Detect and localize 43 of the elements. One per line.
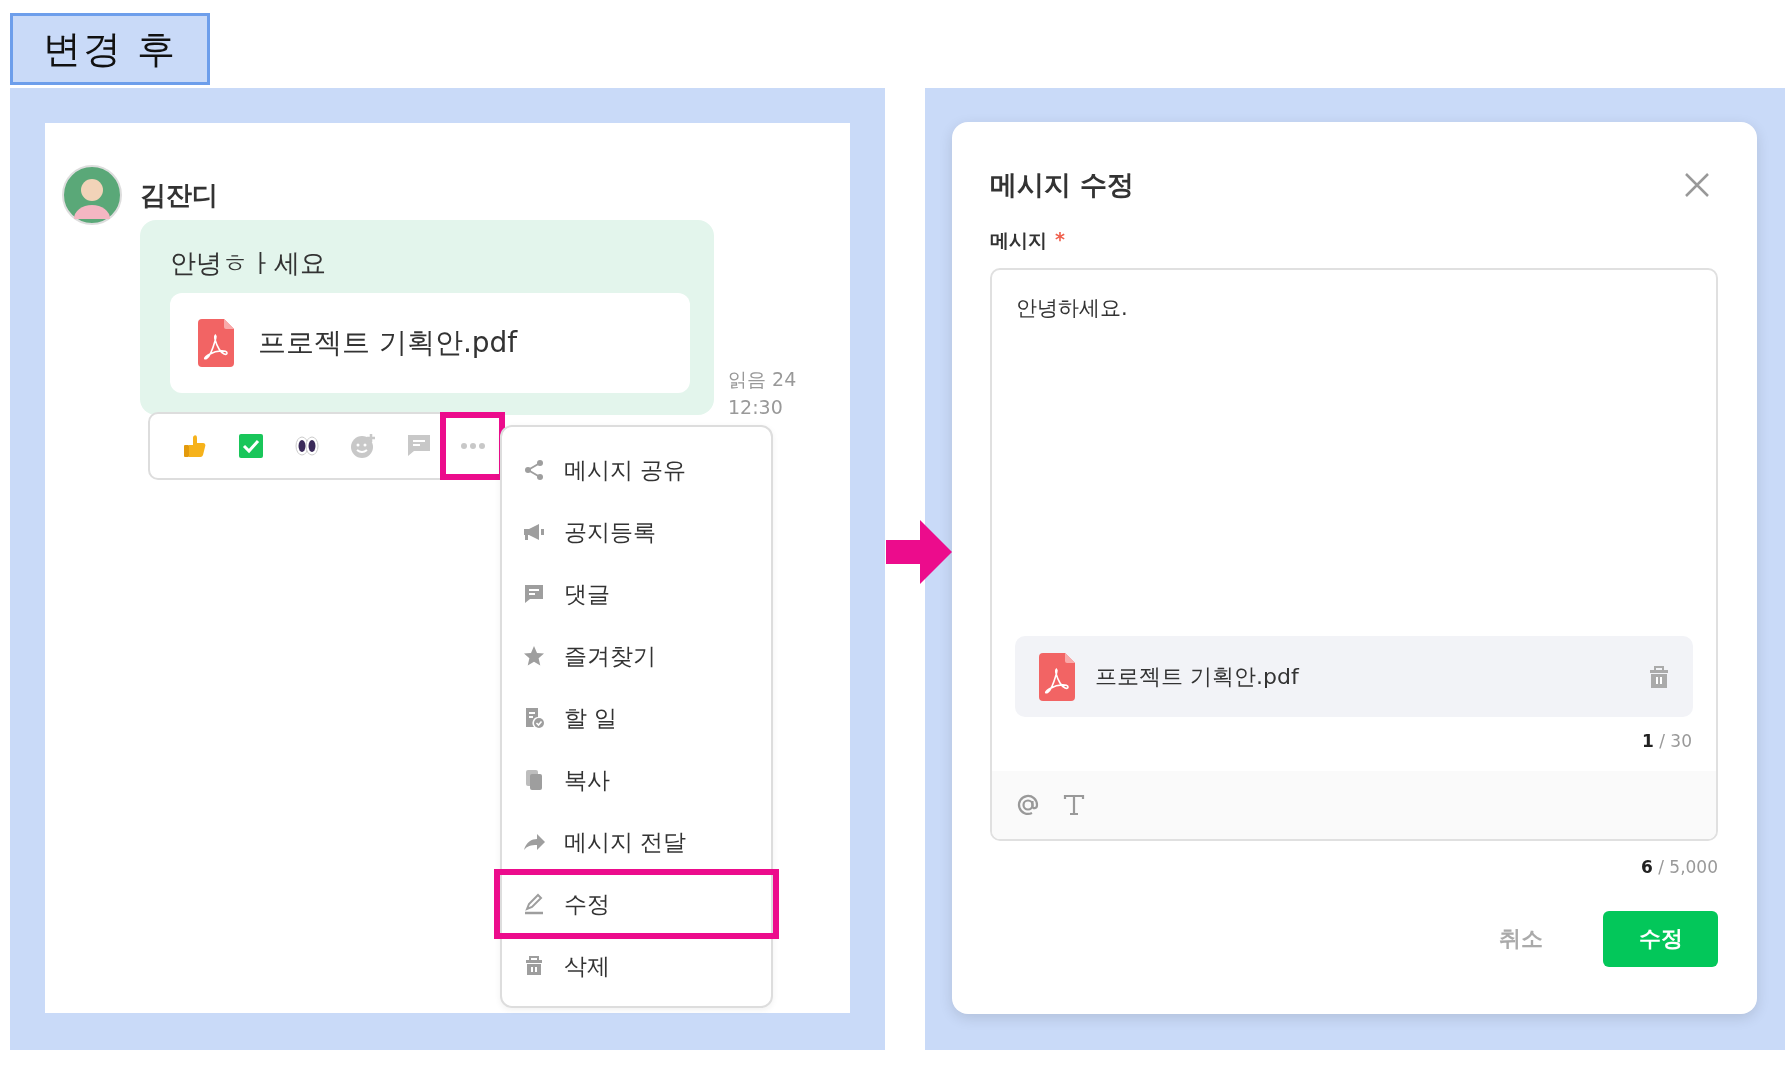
attachment-counter: 1 / 30 [1642,731,1692,751]
mention-button[interactable] [1016,793,1040,817]
file-name: 프로젝트 기획안.pdf [1095,662,1301,691]
at-sign-icon [1016,793,1040,817]
menu-item[interactable]: 메시지 전달 [502,811,771,873]
dialog-title: 메시지 수정 [990,168,1135,202]
more-button[interactable] [442,414,504,478]
arrow-icon [886,520,952,584]
menu-item[interactable]: 즐겨찾기 [502,625,771,687]
required-mark: * [1055,228,1065,252]
pdf-file-icon [1039,652,1075,701]
close-icon [1684,172,1710,198]
pencil-icon [522,892,546,916]
character-counter: 6 / 5,000 [1640,857,1718,877]
message-text: 안녕ㅎㅏ세요 [170,247,327,280]
delete-button[interactable] [1649,665,1669,688]
field-label: 메시지 [990,228,1047,253]
file-name: 프로젝트 기획안.pdf [258,325,518,361]
add-emoji-icon[interactable] [349,432,378,460]
menu-item[interactable]: 삭제 [502,935,771,997]
text-format-button[interactable] [1062,793,1086,817]
sender-name: 김잔디 [140,178,218,212]
pdf-file-icon [198,319,234,367]
close-button[interactable] [1684,172,1710,198]
avatar-icon [62,165,122,225]
version-label: 변경 후 [10,13,210,85]
checkbox-icon[interactable] [237,432,266,460]
menu-item[interactable]: 메시지 공유 [502,439,771,501]
trash-icon [1649,665,1669,688]
menu-item[interactable]: 할 일 [502,687,771,749]
star-icon [522,644,546,668]
share-icon [522,458,546,482]
message-time: 12:30 [728,395,784,420]
message-input[interactable]: 안녕하세요. [992,270,1716,636]
menu-item[interactable]: 수정 [498,873,775,935]
read-count: 읽음 24 [728,367,797,392]
file-attachment[interactable]: 프로젝트 기획안.pdf [170,293,690,393]
text-format-icon [1062,793,1086,817]
menu-item[interactable]: 복사 [502,749,771,811]
more-dots-icon [459,442,486,450]
menu-item[interactable]: 공지등록 [502,501,771,563]
menu-item[interactable]: 댓글 [502,563,771,625]
comment-icon [522,582,546,606]
